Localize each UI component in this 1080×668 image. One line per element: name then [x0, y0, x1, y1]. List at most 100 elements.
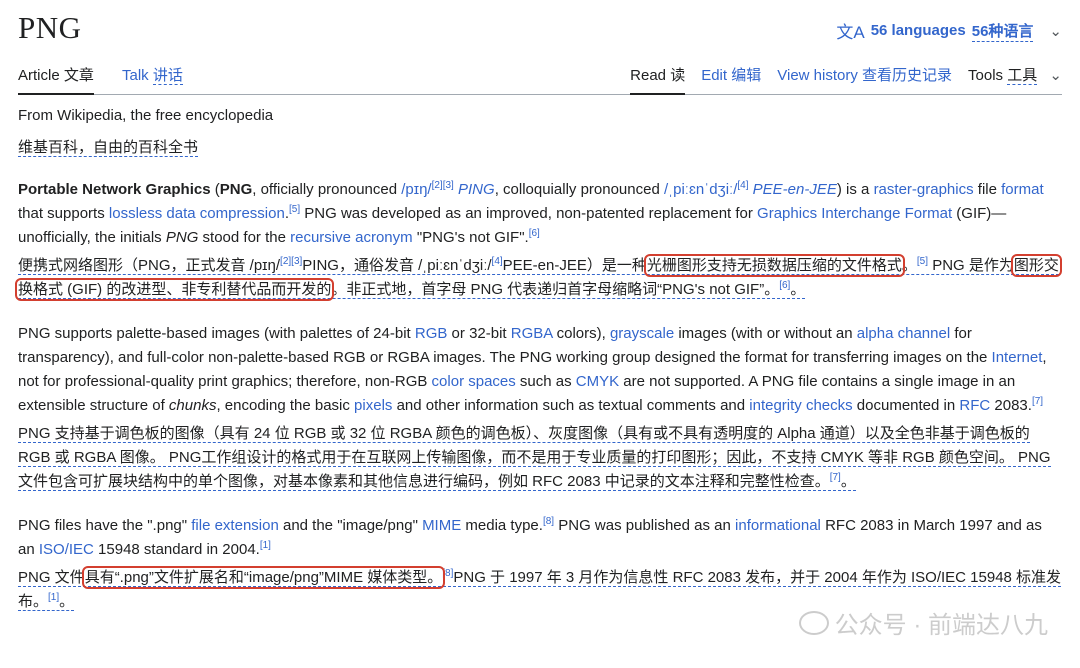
- languages-count-zh: 56种语言: [971, 20, 1034, 42]
- text: PNG was published as an: [554, 517, 736, 534]
- text: PING，通俗发音 /ˌpiːɛnˈdʒiː/: [302, 257, 492, 274]
- tab-history-label-zh: 查看历史记录: [862, 67, 953, 84]
- informational-link[interactable]: informational: [735, 517, 821, 534]
- watermark: 公众号 · 前端达八九: [798, 605, 1048, 640]
- color-spaces-link[interactable]: color spaces: [432, 373, 516, 390]
- text: and other information such as textual co…: [392, 397, 750, 414]
- paragraph-intro: Portable Network Graphics (PNG, official…: [18, 178, 1062, 250]
- text: documented in: [852, 397, 960, 414]
- translate-icon: 文A: [836, 23, 865, 42]
- text: that supports: [18, 205, 109, 222]
- text: PEE-en-JEE）是一种: [502, 257, 647, 274]
- raster-graphics-link[interactable]: raster-graphics: [874, 181, 974, 198]
- text: 。: [840, 473, 856, 490]
- text: or 32-bit: [447, 325, 511, 342]
- text: , officially pronounced: [252, 181, 402, 198]
- text: PNG 文件: [18, 569, 85, 586]
- view-tabs: Read 读 Edit 编辑 View history 查看历史记录 Tools…: [630, 64, 1062, 95]
- text: 2083.: [990, 397, 1032, 414]
- citation-link[interactable]: [6]: [779, 280, 790, 291]
- page-header: PNG 文A 56 languages 56种语言 ⌄: [18, 8, 1062, 48]
- tools-menu[interactable]: Tools 工具 ⌄: [968, 64, 1062, 95]
- text: PNG 支持基于调色板的图像（具有 24 位 RGB 或 32 位 RGBA 颜…: [18, 425, 1051, 490]
- cmyk-link[interactable]: CMYK: [576, 373, 619, 390]
- citation-link[interactable]: [4]: [737, 180, 748, 191]
- tab-edit[interactable]: Edit 编辑: [701, 64, 761, 95]
- gif-link[interactable]: Graphics Interchange Format: [757, 205, 952, 222]
- iso-iec-link[interactable]: ISO/IEC: [39, 541, 94, 558]
- citation-link[interactable]: [7]: [1032, 396, 1043, 407]
- rfc-link[interactable]: RFC: [959, 397, 990, 414]
- text: PNG: [165, 229, 199, 246]
- text: images (with or without an: [674, 325, 857, 342]
- site-subtitle-zh: 维基百科，自由的百科全书: [18, 139, 199, 157]
- citation-link[interactable]: [1]: [260, 540, 271, 551]
- text: media type.: [461, 517, 543, 534]
- citation-link[interactable]: [5]: [917, 256, 928, 267]
- text: 便携式网络图形（PNG，正式发音 /pɪŋ/: [18, 257, 281, 274]
- tab-edit-label-zh: 编辑: [731, 67, 762, 84]
- text: "PNG's not GIF".: [412, 229, 529, 246]
- internet-link[interactable]: Internet: [992, 349, 1043, 366]
- citation-link[interactable]: [2][3]: [280, 256, 302, 267]
- rgba-link[interactable]: RGBA: [511, 325, 553, 342]
- tab-article-label: Article: [18, 67, 60, 84]
- chevron-down-icon: ⌄: [1049, 22, 1062, 40]
- highlight-box: 具有“.png”文件扩展名和“image/png”MIME 媒体类型。: [81, 566, 446, 589]
- tab-read[interactable]: Read 读: [630, 64, 686, 95]
- tab-article[interactable]: Article 文章: [18, 64, 94, 95]
- language-selector[interactable]: 文A 56 languages 56种语言 ⌄: [836, 18, 1062, 43]
- paragraph-extension: PNG files have the ".png" file extension…: [18, 514, 1062, 562]
- ipa-link[interactable]: /ˌpiːɛnˈdʒiː/: [664, 181, 737, 198]
- wechat-icon: [798, 610, 829, 635]
- pronunciation-link[interactable]: PING: [454, 181, 495, 198]
- tab-edit-label: Edit: [701, 67, 728, 84]
- site-subtitle: From Wikipedia, the free encyclopedia: [18, 107, 274, 124]
- tab-talk-label-zh: 讲话: [152, 67, 183, 85]
- pronunciation-link[interactable]: PEE-en-JEE: [749, 181, 837, 198]
- citation-link[interactable]: [7]: [830, 472, 841, 483]
- text: chunks: [168, 397, 217, 414]
- text: , colloquially pronounced: [494, 181, 664, 198]
- mime-link[interactable]: MIME: [422, 517, 461, 534]
- citation-link[interactable]: [4]: [492, 256, 503, 267]
- rgb-link[interactable]: RGB: [415, 325, 448, 342]
- text: stood for the: [198, 229, 291, 246]
- tab-talk-label: Talk: [122, 67, 149, 84]
- text: PNG files have the ".png": [18, 517, 192, 534]
- citation-link[interactable]: [8]: [442, 568, 453, 579]
- citation-link[interactable]: [6]: [529, 228, 540, 239]
- article-body: From Wikipedia, the free encyclopedia 维基…: [15, 104, 1062, 614]
- ipa-link[interactable]: /pɪŋ/: [401, 181, 431, 198]
- tab-talk[interactable]: Talk 讲话: [122, 64, 183, 93]
- alpha-channel-link[interactable]: alpha channel: [857, 325, 950, 342]
- citation-link[interactable]: [5]: [289, 204, 300, 215]
- text: (: [210, 181, 220, 198]
- integrity-checks-link[interactable]: integrity checks: [749, 397, 852, 414]
- watermark-text: 公众号 · 前端达八九: [834, 612, 1048, 639]
- tab-read-label: Read: [630, 67, 667, 84]
- text: PNG supports palette-based images (with …: [18, 325, 415, 342]
- text: 。: [901, 257, 917, 274]
- text: ) is a: [836, 181, 874, 198]
- grayscale-link[interactable]: grayscale: [610, 325, 674, 342]
- pixels-link[interactable]: pixels: [354, 397, 392, 414]
- highlight-box: 光栅图形支持无损数据压缩的文件格式: [643, 254, 905, 277]
- recursive-acronym-link[interactable]: recursive acronym: [290, 229, 413, 246]
- text: such as: [515, 373, 576, 390]
- citation-link[interactable]: [2][3]: [432, 180, 454, 191]
- tab-article-label-zh: 文章: [63, 67, 94, 84]
- text: PNG 是作为: [928, 257, 1014, 274]
- format-link[interactable]: format: [1001, 181, 1044, 198]
- citation-link[interactable]: [1]: [48, 592, 59, 603]
- text: file: [973, 181, 1002, 198]
- file-extension-link[interactable]: file extension: [191, 517, 279, 534]
- tab-history-label: View history: [777, 67, 858, 84]
- tab-view-history[interactable]: View history 查看历史记录: [777, 64, 952, 95]
- lossless-link[interactable]: lossless data compression: [109, 205, 285, 222]
- tools-label-zh: 工具: [1007, 67, 1038, 85]
- text: , encoding the basic: [216, 397, 355, 414]
- citation-link[interactable]: [8]: [543, 516, 554, 527]
- text: and the "image/png": [278, 517, 423, 534]
- paragraph-intro-zh: 便携式网络图形（PNG，正式发音 /pɪŋ/[2][3]PING，通俗发音 /ˌ…: [15, 254, 1062, 302]
